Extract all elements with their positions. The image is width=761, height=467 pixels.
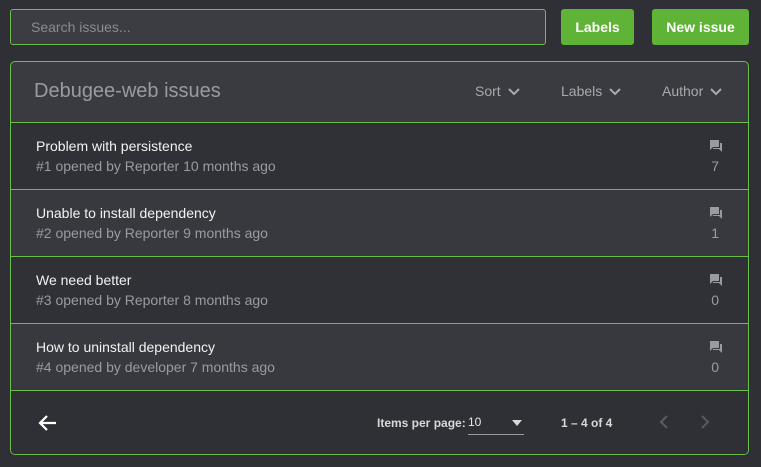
items-per-page-label: Items per page: bbox=[377, 416, 466, 430]
page-title: Debugee-web issues bbox=[34, 80, 221, 102]
arrow-left-icon[interactable] bbox=[38, 413, 58, 433]
comment-icon bbox=[710, 140, 722, 152]
comment-count: 0 bbox=[711, 359, 719, 375]
issue-title[interactable]: How to uninstall dependency bbox=[36, 339, 215, 355]
list-item[interactable]: Unable to install dependency #2 opened b… bbox=[11, 190, 748, 257]
comment-icon bbox=[710, 341, 722, 353]
chevron-down-icon bbox=[507, 88, 520, 96]
list-item[interactable]: We need better #3 opened by Reporter 8 m… bbox=[11, 257, 748, 324]
labels-dropdown[interactable]: Labels bbox=[561, 83, 622, 99]
chevron-left-icon[interactable] bbox=[656, 413, 672, 431]
comment-count: 1 bbox=[711, 225, 719, 241]
issue-list: Problem with persistence #1 opened by Re… bbox=[11, 123, 748, 391]
labels-label: Labels bbox=[561, 83, 603, 99]
list-item[interactable]: How to uninstall dependency #4 opened by… bbox=[11, 324, 748, 391]
issue-title[interactable]: We need better bbox=[36, 272, 131, 288]
page-range: 1 – 4 of 4 bbox=[561, 416, 613, 430]
comment-icon bbox=[710, 274, 722, 286]
comment-count: 0 bbox=[711, 292, 719, 308]
sort-dropdown[interactable]: Sort bbox=[475, 83, 521, 99]
issues-panel: Debugee-web issues Sort Labels Author Pr… bbox=[10, 61, 749, 455]
caret-down-icon bbox=[512, 420, 522, 426]
items-per-page-select[interactable]: 10 bbox=[468, 411, 524, 435]
search-input[interactable] bbox=[10, 9, 546, 45]
issue-title[interactable]: Unable to install dependency bbox=[36, 205, 216, 221]
issue-meta: #2 opened by Reporter 9 months ago bbox=[36, 225, 268, 241]
author-label: Author bbox=[662, 83, 704, 99]
top-toolbar: Labels New issue bbox=[10, 9, 750, 45]
issue-meta: #1 opened by Reporter 10 months ago bbox=[36, 158, 276, 174]
items-per-page-value: 10 bbox=[468, 415, 482, 429]
sort-label: Sort bbox=[475, 83, 501, 99]
chevron-right-icon[interactable] bbox=[697, 413, 713, 431]
labels-button[interactable]: Labels bbox=[561, 9, 634, 45]
list-item[interactable]: Problem with persistence #1 opened by Re… bbox=[11, 123, 748, 190]
comment-icon bbox=[710, 207, 722, 219]
new-issue-button[interactable]: New issue bbox=[652, 9, 749, 45]
issue-meta: #4 opened by developer 7 months ago bbox=[36, 359, 275, 375]
chevron-down-icon bbox=[710, 88, 722, 96]
issue-title[interactable]: Problem with persistence bbox=[36, 138, 192, 154]
author-dropdown[interactable]: Author bbox=[662, 83, 723, 99]
issue-meta: #3 opened by Reporter 8 months ago bbox=[36, 292, 268, 308]
issues-header: Debugee-web issues Sort Labels Author bbox=[11, 62, 748, 123]
chevron-down-icon bbox=[609, 88, 621, 96]
pagination-bar: Items per page: 10 1 – 4 of 4 bbox=[11, 391, 748, 454]
comment-count: 7 bbox=[711, 158, 719, 174]
